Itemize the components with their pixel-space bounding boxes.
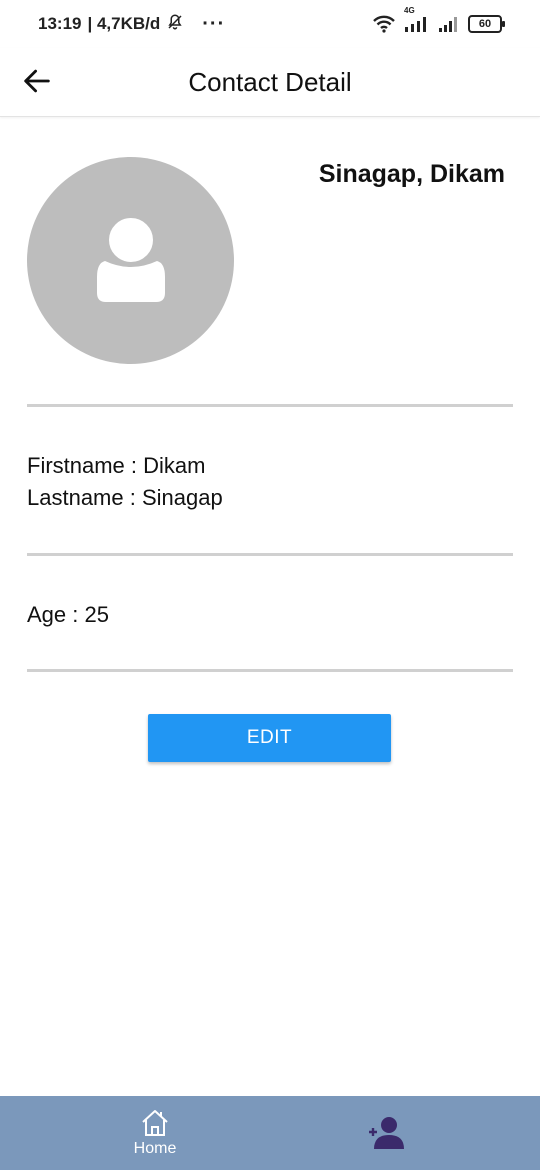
nav-home-tab[interactable]: Home	[115, 1096, 195, 1170]
avatar	[27, 157, 234, 364]
status-more-dots: ···	[202, 12, 226, 35]
contact-display-name: Sinagap, Dikam	[318, 160, 505, 188]
signal-icon: 4G	[404, 6, 430, 32]
muted-bell-icon	[166, 13, 184, 36]
edit-button[interactable]: EDIT	[148, 714, 391, 762]
status-right: 4G 60	[372, 6, 505, 33]
network-type: 4G	[404, 6, 415, 15]
age-text: Age : 25	[27, 602, 109, 627]
page-title: Contact Detail	[188, 66, 352, 97]
divider	[27, 404, 513, 407]
battery-indicator: 60	[468, 15, 505, 33]
add-person-icon	[369, 1117, 404, 1149]
nav-home-label: Home	[133, 1140, 177, 1157]
app-bar: Contact Detail	[0, 48, 540, 117]
home-icon	[142, 1110, 168, 1136]
divider	[27, 553, 513, 556]
back-button[interactable]	[20, 64, 54, 98]
back-arrow-icon	[24, 69, 50, 93]
lastname-text: Lastname : Sinagap	[27, 485, 223, 510]
wifi-icon	[372, 15, 396, 33]
bottom-nav: Home	[0, 1096, 540, 1170]
person-icon	[96, 215, 165, 302]
divider	[27, 669, 513, 672]
status-speed: | 4,7KB/d	[87, 14, 161, 33]
status-bar: 13:19 | 4,7KB/d ··· 4G 60	[0, 0, 540, 48]
status-left: 13:19 | 4,7KB/d ···	[38, 13, 225, 36]
signal-icon-2	[438, 16, 460, 32]
add-contact-tab[interactable]	[362, 1110, 408, 1156]
firstname-text: Firstname : Dikam	[27, 453, 206, 478]
status-time: 13:19	[38, 14, 82, 33]
